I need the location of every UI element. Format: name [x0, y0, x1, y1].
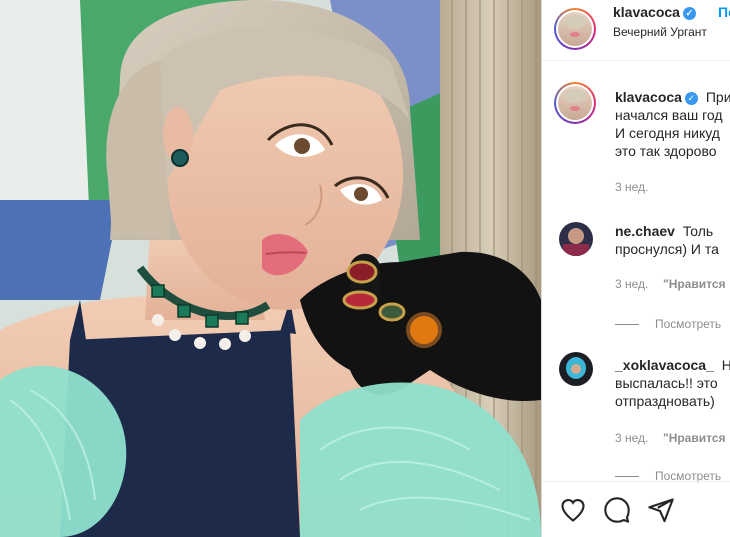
caption-line-1: klavacoca ✓ При	[615, 89, 730, 105]
comment-username[interactable]: _xoklavacoca_	[615, 357, 714, 373]
comment-icon[interactable]	[603, 496, 631, 524]
comment-like-button[interactable]: "Нравится	[663, 277, 726, 291]
comment-time[interactable]: 3 нед.	[615, 431, 648, 445]
caption-avatar[interactable]	[558, 86, 592, 120]
post-username[interactable]: klavacoca ✓	[613, 4, 696, 20]
caption-username[interactable]: klavacoca	[615, 89, 682, 105]
verified-badge-icon: ✓	[684, 92, 698, 105]
story-ring[interactable]	[554, 8, 596, 50]
comment-time[interactable]: 3 нед.	[615, 277, 648, 291]
heart-icon[interactable]	[559, 496, 587, 524]
comment-line-1: ne.chaev Толь	[615, 223, 714, 239]
caption-line-3: И сегодня никуд	[615, 125, 720, 141]
post-header: klavacoca✓ По Вечерний Ургант	[542, 0, 730, 61]
comment-avatar[interactable]	[559, 222, 593, 256]
caption-time[interactable]: 3 нед.	[615, 180, 648, 194]
comment-line-2: проснулся) И та	[615, 241, 719, 257]
avatar[interactable]	[558, 12, 592, 46]
comment-line-2: выспалась!! это	[615, 375, 718, 391]
post-photo-illustration	[0, 0, 541, 537]
comment-like-button[interactable]: "Нравится	[663, 431, 726, 445]
comment-avatar[interactable]	[559, 352, 593, 386]
caption-line-4: это так здорово	[615, 143, 717, 159]
caption-line-2: начался ваш год	[615, 107, 723, 123]
post-photo[interactable]	[0, 0, 541, 537]
view-replies-button[interactable]: Посмотреть	[615, 317, 721, 331]
caption-story-ring[interactable]	[554, 82, 596, 124]
action-bar	[542, 481, 730, 537]
comment-line-1: _xoklavacoca_ Ну	[615, 356, 730, 374]
comment-line-3: отпраздновать)	[615, 393, 715, 409]
share-icon[interactable]	[647, 496, 675, 524]
comment-username[interactable]: ne.chaev	[615, 223, 675, 239]
follow-button[interactable]: По	[718, 4, 730, 20]
post-location[interactable]: Вечерний Ургант	[613, 25, 707, 39]
verified-badge-icon: ✓	[682, 7, 696, 20]
post-side-panel: klavacoca✓ По Вечерний Ургант klavacoca✓…	[541, 0, 730, 537]
